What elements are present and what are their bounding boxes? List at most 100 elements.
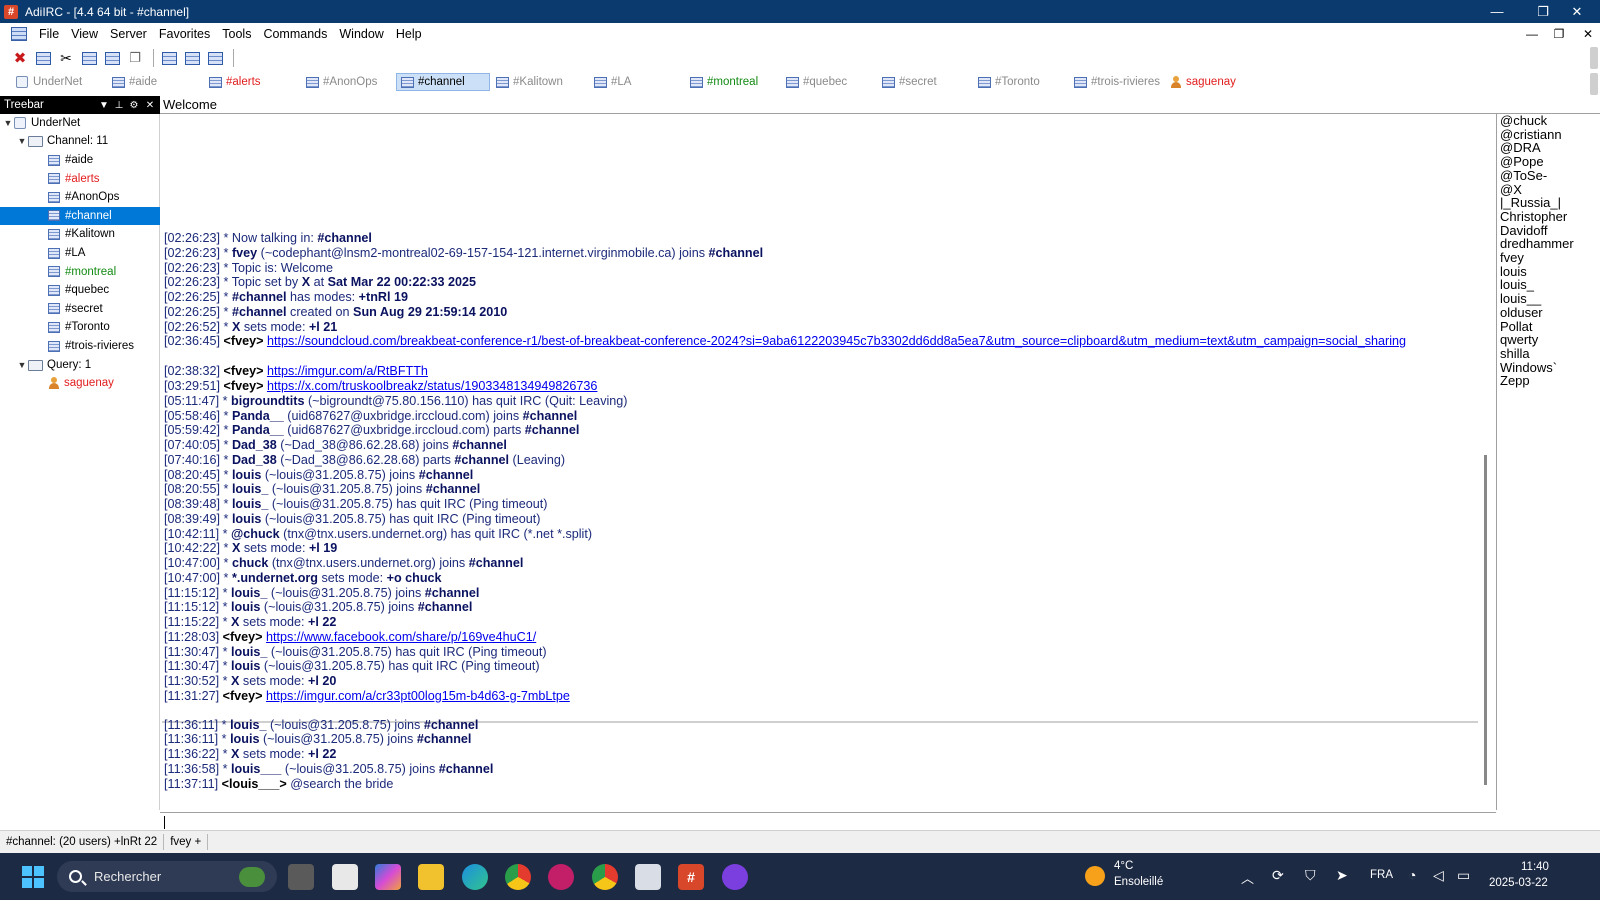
tab-kalitown[interactable]: #Kalitown	[492, 73, 563, 91]
menu-commands[interactable]: Commands	[257, 27, 333, 41]
chat-scrollbar[interactable]	[1484, 455, 1487, 785]
tree-query-group[interactable]: ▼ Query: 1	[16, 356, 92, 374]
microsoft-store-icon[interactable]	[332, 864, 358, 890]
tree-channel-item[interactable]: #Kalitown	[48, 225, 115, 243]
adiirc-taskbar-icon[interactable]: #	[678, 864, 704, 890]
tray-shield-icon[interactable]: ⛉	[1305, 867, 1316, 884]
menu-server[interactable]: Server	[104, 27, 153, 41]
topic-bar[interactable]: Welcome	[160, 96, 1600, 114]
nicklist-item[interactable]: @ToSe-	[1500, 168, 1547, 183]
pin-icon[interactable]: ⊥	[113, 97, 125, 113]
server-list-icon[interactable]	[33, 48, 53, 68]
weather-sun-icon[interactable]	[1085, 866, 1105, 886]
dcc-icon[interactable]	[79, 48, 99, 68]
file-explorer-icon[interactable]	[418, 864, 444, 890]
battery-icon[interactable]: ▭	[1457, 867, 1470, 884]
image-app-icon[interactable]	[635, 864, 661, 890]
task-view-icon[interactable]	[288, 864, 314, 890]
notes-icon[interactable]: ❐	[125, 48, 145, 68]
mdi-restore-button[interactable]: ❐	[1549, 26, 1569, 42]
nicklist-item[interactable]: louis__	[1500, 292, 1541, 306]
close-button[interactable]: ✕	[1554, 0, 1600, 23]
chat-link[interactable]: https://soundcloud.com/breakbeat-confere…	[267, 334, 1406, 348]
chat-link[interactable]: https://www.facebook.com/share/p/169ve4h…	[266, 630, 536, 644]
tab-aide[interactable]: #aide	[108, 73, 157, 91]
clock-date[interactable]: 2025-03-22	[1489, 877, 1548, 889]
gear-icon[interactable]: ⚙	[128, 97, 140, 113]
menu-window[interactable]: Window	[333, 27, 389, 41]
expand-icon[interactable]: ▼	[16, 136, 28, 146]
sync-app-icon[interactable]	[548, 864, 574, 890]
tray-sync-icon[interactable]: ⟳	[1272, 867, 1284, 884]
windows-start-icon[interactable]	[20, 864, 46, 890]
chevron-down-icon[interactable]: ▼	[98, 97, 110, 113]
tree-channel-item[interactable]: #aide	[48, 151, 93, 169]
nicklist-item[interactable]: fvey	[1500, 251, 1524, 265]
menu-favorites[interactable]: Favorites	[153, 27, 216, 41]
chat-link[interactable]: https://x.com/truskoolbreakz/status/1903…	[267, 379, 597, 393]
channel-list-icon[interactable]	[102, 48, 122, 68]
chat-buffer[interactable]: [02:26:23] * Now talking in: #channel [02…	[162, 114, 1478, 810]
tree-channel-item[interactable]: #quebec	[48, 281, 109, 299]
tab-trois-rivieres[interactable]: #trois-rivieres	[1070, 73, 1160, 91]
options-icon[interactable]: ✂	[56, 48, 76, 68]
close-icon[interactable]: ✕	[144, 97, 156, 113]
tray-chevron-up-icon[interactable]: ︿	[1241, 868, 1254, 887]
tree-network-undernet[interactable]: ▼ UnderNet	[2, 114, 80, 132]
tree-channel-item[interactable]: #channel	[0, 206, 160, 225]
volume-icon[interactable]: ◁	[1433, 867, 1444, 884]
expand-icon[interactable]: ▼	[2, 118, 14, 128]
nicklist-item[interactable]: Zepp	[1500, 374, 1530, 388]
nicklist-item[interactable]: Christopher	[1500, 209, 1567, 224]
menu-file[interactable]: File	[33, 27, 65, 41]
chat-link[interactable]: https://imgur.com/a/RtBFTTh	[267, 364, 428, 378]
wifi-icon[interactable]: ◔	[1408, 867, 1416, 883]
cascade-icon[interactable]	[159, 48, 179, 68]
tree-query-item[interactable]: saguenay	[48, 374, 114, 392]
channel-window-icon[interactable]	[11, 27, 27, 41]
tree-channel-group[interactable]: ▼ Channel: 11	[16, 132, 109, 150]
tab-montreal[interactable]: #montreal	[686, 73, 758, 91]
tree-channel-item[interactable]: #secret	[48, 300, 103, 318]
weather-temperature[interactable]: 4°C	[1114, 860, 1133, 872]
mdi-close-button[interactable]: ✕	[1578, 26, 1598, 42]
weather-description[interactable]: Ensoleillé	[1114, 876, 1163, 888]
tab-toronto[interactable]: #Toronto	[974, 73, 1040, 91]
tab-la[interactable]: #LA	[590, 73, 631, 91]
minimize-button[interactable]: —	[1474, 0, 1520, 23]
tab-channel[interactable]: #channel	[396, 73, 490, 91]
tree-channel-item[interactable]: #AnonOps	[48, 188, 119, 206]
chrome-profile-icon[interactable]	[592, 864, 618, 890]
tree-channel-item[interactable]: #Toronto	[48, 318, 110, 336]
tile-horizontal-icon[interactable]	[182, 48, 202, 68]
nicklist-item[interactable]: @Pope	[1500, 155, 1544, 169]
switchbar-scroll-handle[interactable]	[1590, 73, 1598, 95]
tree-channel-item[interactable]: #trois-rivieres	[48, 337, 134, 355]
menu-help[interactable]: Help	[390, 27, 428, 41]
tray-language[interactable]: FRA	[1370, 869, 1393, 881]
edge-icon[interactable]	[462, 864, 488, 890]
chat-link[interactable]: https://imgur.com/a/cr33pt00log15m-b4d63…	[266, 689, 570, 703]
tree-channel-item[interactable]: #LA	[48, 244, 85, 262]
nicklist-item[interactable]: olduser	[1500, 305, 1543, 320]
tile-vertical-icon[interactable]	[205, 48, 225, 68]
clock-time[interactable]: 11:40	[1521, 861, 1549, 873]
tree-channel-item[interactable]: #alerts	[48, 170, 100, 188]
tree-channel-item[interactable]: #montreal	[48, 263, 116, 281]
nicklist-item[interactable]: shilla	[1500, 346, 1530, 361]
mdi-minimize-button[interactable]: —	[1522, 26, 1542, 42]
tab-alerts[interactable]: #alerts	[205, 73, 261, 91]
chrome-icon[interactable]	[505, 864, 531, 890]
copilot-icon[interactable]	[375, 864, 401, 890]
disconnect-icon[interactable]: ✖	[10, 48, 30, 68]
taskbar-search[interactable]: Rechercher	[57, 861, 277, 892]
nicklist-item[interactable]: @chuck	[1500, 114, 1547, 128]
message-input[interactable]	[160, 812, 1496, 830]
expand-icon[interactable]: ▼	[16, 360, 28, 370]
tray-send-icon[interactable]: ➤	[1336, 867, 1348, 884]
menu-tools[interactable]: Tools	[216, 27, 257, 41]
media-app-icon[interactable]	[722, 864, 748, 890]
tab-quebec[interactable]: #quebec	[782, 73, 847, 91]
tab-undernet[interactable]: UnderNet	[12, 73, 82, 91]
menu-view[interactable]: View	[65, 27, 104, 41]
